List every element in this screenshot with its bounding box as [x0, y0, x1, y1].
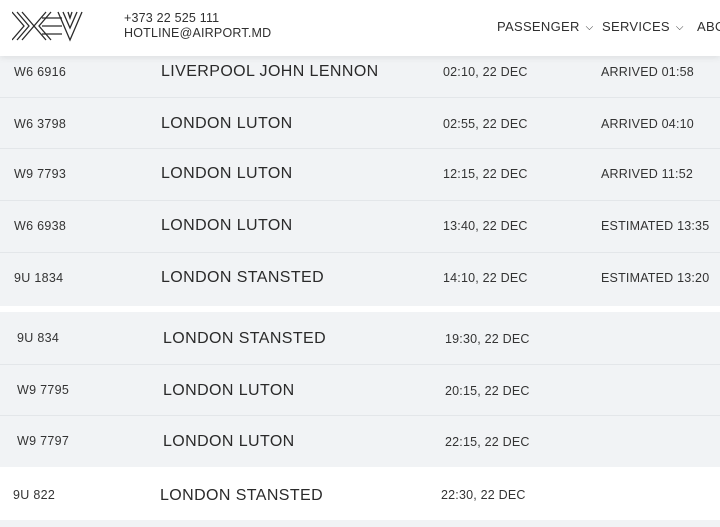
site-header: +373 22 525 111 HOTLINE@AIRPORT.MD PASSE…: [0, 0, 720, 56]
contacts-block: +373 22 525 111 HOTLINE@AIRPORT.MD: [124, 11, 271, 41]
flight-destination: LONDON STANSTED: [163, 330, 327, 347]
flight-status: ARRIVED 04:10: [601, 117, 694, 131]
nav-about[interactable]: ABOUT: [697, 19, 720, 34]
nav-services[interactable]: SERVICES ⌵: [602, 19, 684, 34]
flight-number: W6 3798: [14, 117, 67, 131]
nav-services-label: SERVICES: [602, 19, 670, 34]
chevron-down-icon: ⌵: [675, 22, 684, 33]
logo-mark-icon: [11, 11, 83, 42]
flight-time: 20:15, 22 DEC: [445, 384, 530, 398]
nav-passenger-label: PASSENGER: [497, 19, 580, 34]
flight-number: 9U 822: [13, 488, 56, 502]
nav-passenger[interactable]: PASSENGER ⌵: [497, 19, 594, 34]
flight-time: 02:10, 22 DEC: [443, 65, 528, 79]
flight-number: 9U 834: [17, 331, 60, 345]
row-divider: [0, 520, 720, 527]
flight-destination: LONDON STANSTED: [160, 487, 324, 504]
flight-destination: LONDON STANSTED: [161, 269, 325, 286]
hotline-email[interactable]: HOTLINE@AIRPORT.MD: [124, 26, 271, 41]
flight-status: ESTIMATED 13:20: [601, 271, 710, 285]
nav-about-label: ABOUT: [697, 19, 720, 34]
flight-time: 12:15, 22 DEC: [443, 167, 528, 181]
flight-row[interactable]: 9U 1834 LONDON STANSTED 14:10, 22 DEC ES…: [0, 253, 720, 305]
flight-number: W9 7793: [14, 167, 67, 181]
flight-number: 9U 1834: [14, 271, 64, 285]
chevron-down-icon: ⌵: [585, 22, 594, 33]
flight-row[interactable]: W9 7795 LONDON LUTON 20:15, 22 DEC: [0, 365, 720, 417]
flight-destination: LONDON LUTON: [161, 165, 293, 182]
flight-destination: LONDON LUTON: [161, 217, 293, 234]
flight-time: 14:10, 22 DEC: [443, 271, 528, 285]
flight-time: 02:55, 22 DEC: [443, 117, 528, 131]
flight-status: ESTIMATED 13:35: [601, 219, 710, 233]
flight-number: W6 6916: [14, 65, 67, 79]
flight-row[interactable]: 9U 822 LONDON STANSTED 22:30, 22 DEC: [0, 469, 720, 521]
flight-row[interactable]: 9U 834 LONDON STANSTED 19:30, 22 DEC: [0, 313, 720, 365]
flight-time: 22:15, 22 DEC: [445, 435, 530, 449]
phone-number[interactable]: +373 22 525 111: [124, 11, 271, 26]
flight-time: 22:30, 22 DEC: [441, 488, 526, 502]
flight-row[interactable]: W9 7797 LONDON LUTON 22:15, 22 DEC: [0, 416, 720, 468]
flight-destination: LONDON LUTON: [163, 382, 295, 399]
flight-time: 19:30, 22 DEC: [445, 332, 530, 346]
flight-number: W9 7797: [17, 434, 70, 448]
flight-destination: LONDON LUTON: [161, 115, 293, 132]
airport-logo[interactable]: [11, 10, 86, 42]
flight-time: 13:40, 22 DEC: [443, 219, 528, 233]
flight-status: ARRIVED 01:58: [601, 65, 694, 79]
flight-destination: LIVERPOOL JOHN LENNON: [161, 63, 379, 80]
flight-number: W9 7795: [17, 383, 70, 397]
flight-status: ARRIVED 11:52: [601, 167, 693, 181]
flight-row[interactable]: W6 6938 LONDON LUTON 13:40, 22 DEC ESTIM…: [0, 201, 720, 253]
flight-row[interactable]: W9 7793 LONDON LUTON 12:15, 22 DEC ARRIV…: [0, 149, 720, 201]
flight-row[interactable]: W6 3798 LONDON LUTON 02:55, 22 DEC ARRIV…: [0, 98, 720, 150]
flight-number: W6 6938: [14, 219, 67, 233]
flight-destination: LONDON LUTON: [163, 433, 295, 450]
